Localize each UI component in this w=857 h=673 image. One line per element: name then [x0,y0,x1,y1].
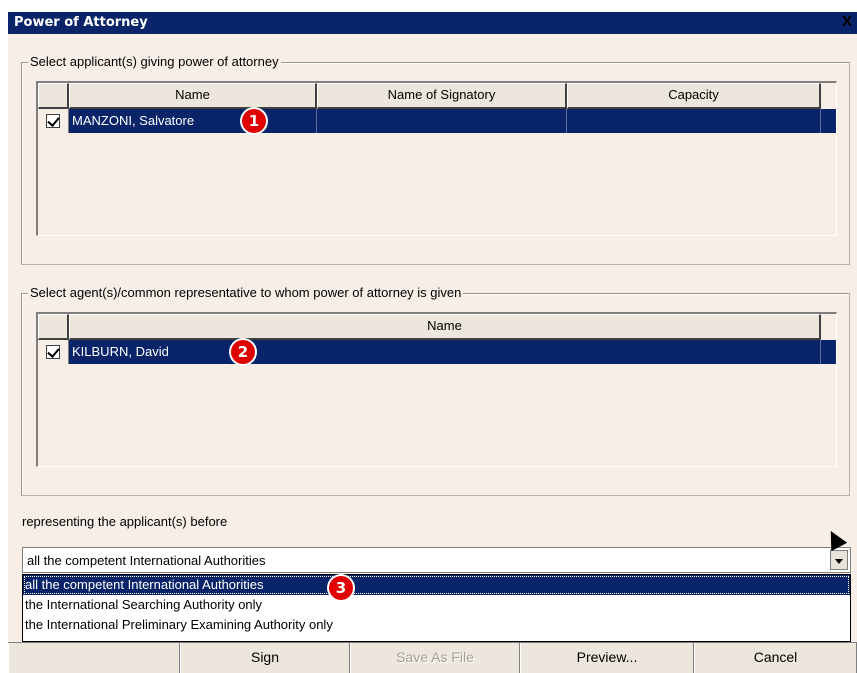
applicants-group: Select applicant(s) giving power of atto… [21,54,850,265]
save-as-file-button[interactable]: Save As File [350,643,520,673]
preview-button[interactable]: Preview... [520,643,694,673]
row-checkbox-cell[interactable] [38,340,69,364]
representing-dropdown-list[interactable]: all the competent International Authorit… [22,574,851,642]
checkbox-column-header [38,314,69,340]
cancel-button[interactable]: Cancel [694,643,857,673]
sign-button[interactable]: Sign [180,643,350,673]
agent-name-cell[interactable]: KILBURN, David [69,340,821,364]
chevron-down-icon[interactable] [830,550,848,570]
column-header-signatory[interactable]: Name of Signatory [317,83,567,109]
capacity-cell[interactable] [567,109,821,133]
representing-label: representing the applicant(s) before [22,514,228,529]
button-bar: Sign Save As File Preview... Cancel [8,642,857,673]
callout-badge-2: 2 [231,340,255,364]
applicants-group-legend: Select applicant(s) giving power of atto… [28,54,281,69]
column-header-capacity[interactable]: Capacity [567,83,821,109]
agents-table-header: Name [38,314,836,340]
callout-badge-1: 1 [242,109,266,133]
title-bar: Power of Attorney X [8,12,857,34]
checkbox-column-header [38,83,69,109]
power-of-attorney-dialog: Select applicant(s) giving power of atto… [8,34,857,673]
row-checkbox[interactable] [46,345,60,359]
agents-group: Select agent(s)/common representative to… [21,285,850,496]
row-checkbox-cell[interactable] [38,109,69,133]
button-bar-spacer [8,643,180,673]
applicant-name-cell[interactable]: MANZONI, Salvatore [69,109,317,133]
agents-table: Name KILBURN, David 2 [36,312,837,467]
representing-combobox[interactable]: all the competent International Authorit… [22,547,851,573]
close-icon[interactable]: X [839,12,855,32]
dropdown-option-all-authorities[interactable]: all the competent International Authorit… [23,575,850,595]
applicants-table: Name Name of Signatory Capacity MANZONI,… [36,81,837,236]
callout-badge-3: 3 [329,576,353,600]
combobox-selected-value[interactable]: all the competent International Authorit… [27,553,265,568]
row-checkbox[interactable] [46,114,60,128]
table-row[interactable]: KILBURN, David [38,340,836,364]
dropdown-option-searching-authority[interactable]: the International Searching Authority on… [23,595,850,615]
signatory-cell[interactable] [317,109,567,133]
agents-group-legend: Select agent(s)/common representative to… [28,285,464,300]
column-header-name[interactable]: Name [69,83,317,109]
column-header-name[interactable]: Name [69,314,821,340]
table-row[interactable]: MANZONI, Salvatore [38,109,836,133]
applicants-table-header: Name Name of Signatory Capacity [38,83,836,109]
dropdown-option-preliminary-examining-authority[interactable]: the International Preliminary Examining … [23,615,850,635]
window-title: Power of Attorney [14,15,148,30]
